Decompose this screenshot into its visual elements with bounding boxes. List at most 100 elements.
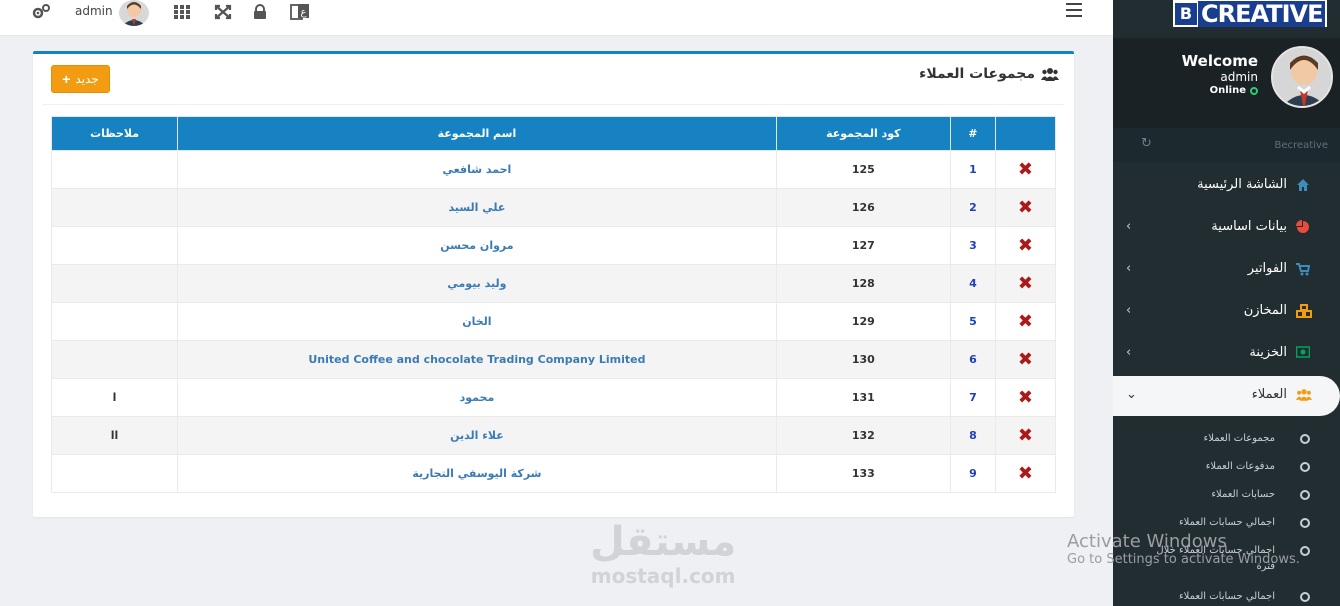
- delete-icon[interactable]: ✖: [1018, 311, 1033, 332]
- submenu-item-6[interactable]: اجمالي حسابات العملاء: [1113, 584, 1340, 606]
- cell-delete: ✖: [994, 378, 1057, 417]
- delete-icon[interactable]: ✖: [1018, 235, 1033, 256]
- chevron-icon: ‹: [1126, 261, 1132, 276]
- cell-group-name[interactable]: شركة اليوسفي التجارية: [177, 454, 777, 493]
- status-text: Online: [1209, 85, 1246, 96]
- table-row: اا علاء الدين 132 8 ✖: [50, 416, 1057, 455]
- cell-group-name[interactable]: علاء الدين: [177, 416, 777, 455]
- delete-icon[interactable]: ✖: [1018, 425, 1033, 446]
- delete-icon[interactable]: ✖: [1018, 159, 1033, 180]
- sidebar-item-3[interactable]: الفواتير ‹: [1113, 250, 1340, 290]
- logo-letter: B: [1175, 2, 1197, 25]
- cell-notes: [50, 454, 179, 493]
- lock-icon[interactable]: [250, 3, 270, 21]
- cell-delete: ✖: [994, 264, 1057, 303]
- cell-number[interactable]: 6: [949, 340, 996, 379]
- panel-title: مجموعات العملاء: [919, 66, 1059, 82]
- delete-icon[interactable]: ✖: [1018, 349, 1033, 370]
- apps-grid-icon[interactable]: [172, 3, 192, 21]
- cell-delete: ✖: [994, 150, 1057, 189]
- cell-number[interactable]: 9: [949, 454, 996, 493]
- cell-notes: [50, 264, 179, 303]
- cell-group-name[interactable]: علي السيد: [177, 188, 777, 227]
- status-dot-icon: [1250, 86, 1258, 95]
- submenu-item-3[interactable]: حسابات العملاء: [1113, 482, 1340, 510]
- table-row: شركة اليوسفي التجارية 133 9 ✖: [50, 454, 1057, 493]
- new-group-button[interactable]: + جديد: [51, 65, 110, 93]
- cell-group-name[interactable]: United Coffee and chocolate Trading Comp…: [177, 340, 777, 379]
- delete-icon[interactable]: ✖: [1018, 273, 1033, 294]
- delete-icon[interactable]: ✖: [1018, 387, 1033, 408]
- activate-windows-notice: Activate Windows Go to Settings to activ…: [1067, 531, 1300, 567]
- customer-groups-table: ملاحظات اسم المجموعة كود المجموعة # احمد…: [50, 116, 1057, 493]
- sidebar-item-5[interactable]: الخزينة ‹: [1113, 334, 1340, 374]
- sidebar-search[interactable]: Becreative ↻: [1113, 128, 1340, 162]
- money-icon: [1295, 346, 1311, 360]
- menu-icon[interactable]: [1066, 3, 1082, 17]
- table-row: الخان 129 5 ✖: [50, 302, 1057, 341]
- sidebar-search-label: Becreative: [1274, 140, 1328, 151]
- cell-number[interactable]: 4: [949, 264, 996, 303]
- sidebar-item-1[interactable]: الشاشة الرئيسية: [1113, 166, 1340, 206]
- online-status: Online: [1210, 85, 1258, 96]
- sidebar-item-4[interactable]: المخازن ‹: [1113, 292, 1340, 332]
- cell-group-name[interactable]: احمد شافعي: [177, 150, 777, 189]
- col-group-name: اسم المجموعة: [177, 116, 777, 151]
- chevron-icon: ⌄: [1126, 387, 1137, 402]
- delete-icon[interactable]: ✖: [1018, 463, 1033, 484]
- welcome-text: Welcome: [1181, 52, 1258, 70]
- cell-delete: ✖: [994, 416, 1057, 455]
- sidebar-item-2[interactable]: بيانات اساسية ‹: [1113, 208, 1340, 248]
- cell-group-name[interactable]: مروان محسن: [177, 226, 777, 265]
- submenu-item-1[interactable]: مجموعات العملاء: [1113, 426, 1340, 454]
- language-icon[interactable]: ع: [290, 3, 310, 21]
- cell-notes: اا: [50, 416, 179, 455]
- cell-group-code: 131: [775, 378, 951, 417]
- delete-icon[interactable]: ✖: [1018, 197, 1033, 218]
- panel-divider: [43, 104, 1064, 105]
- sidebar-item-label: الخزينة: [1249, 345, 1287, 360]
- cell-group-code: 128: [775, 264, 951, 303]
- cell-group-name[interactable]: الخان: [177, 302, 777, 341]
- cell-group-code: 133: [775, 454, 951, 493]
- fullscreen-icon[interactable]: [213, 3, 233, 21]
- cell-number[interactable]: 8: [949, 416, 996, 455]
- home-icon: [1296, 178, 1310, 192]
- sidebar: B CREATIVE Welcome admin Online Becreati…: [1113, 0, 1340, 606]
- panel-title-text: مجموعات العملاء: [919, 66, 1035, 82]
- cell-number[interactable]: 1: [949, 150, 996, 189]
- chevron-icon: ‹: [1126, 303, 1132, 318]
- cell-group-code: 127: [775, 226, 951, 265]
- cell-group-name[interactable]: محمود: [177, 378, 777, 417]
- cell-number[interactable]: 2: [949, 188, 996, 227]
- user-name[interactable]: admin: [75, 4, 113, 18]
- submenu-item-label: حسابات العملاء: [1211, 489, 1275, 500]
- sidebar-item-label: الشاشة الرئيسية: [1197, 177, 1287, 192]
- sidebar-item-6[interactable]: العملاء ⌄: [1113, 376, 1340, 416]
- brand-logo[interactable]: B CREATIVE: [1173, 0, 1327, 27]
- cell-group-name[interactable]: وليد بيومي: [177, 264, 777, 303]
- circle-icon: [1300, 546, 1310, 556]
- table-row: مروان محسن 127 3 ✖: [50, 226, 1057, 265]
- activate-line-2: Go to Settings to activate Windows.: [1067, 552, 1300, 567]
- user-avatar[interactable]: [119, 0, 149, 26]
- submenu-item-2[interactable]: مدفوعات العملاء: [1113, 454, 1340, 482]
- col-notes: ملاحظات: [50, 116, 179, 151]
- cell-number[interactable]: 5: [949, 302, 996, 341]
- users-icon: [1296, 388, 1312, 402]
- table-row: وليد بيومي 128 4 ✖: [50, 264, 1057, 303]
- cell-number[interactable]: 3: [949, 226, 996, 265]
- settings-icon[interactable]: [31, 3, 51, 21]
- sidebar-item-label: بيانات اساسية: [1211, 219, 1287, 234]
- watermark-ar: مستقل: [590, 519, 737, 565]
- sidebar-avatar: [1271, 46, 1333, 108]
- sidebar-user-name: admin: [1220, 70, 1258, 84]
- cell-number[interactable]: 7: [949, 378, 996, 417]
- logo-word: CREATIVE: [1198, 0, 1326, 27]
- table-row: United Coffee and chocolate Trading Comp…: [50, 340, 1057, 379]
- refresh-icon[interactable]: ↻: [1141, 136, 1152, 151]
- cell-group-code: 132: [775, 416, 951, 455]
- plus-icon: +: [62, 71, 71, 87]
- cubes-icon: [1296, 304, 1312, 318]
- chevron-icon: ‹: [1126, 345, 1132, 360]
